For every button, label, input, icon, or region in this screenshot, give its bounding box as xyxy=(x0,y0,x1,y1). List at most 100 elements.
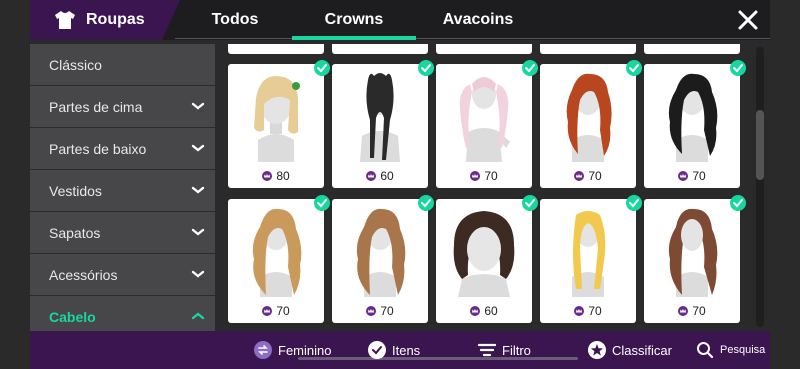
price-value: 60 xyxy=(484,304,498,318)
hair-preview-image xyxy=(340,205,420,297)
sort-button[interactable]: Classificar xyxy=(588,331,672,369)
price: 60 xyxy=(332,169,428,183)
item-card[interactable]: 70 xyxy=(228,195,330,323)
price: 70 xyxy=(540,304,636,318)
chevron-down-icon xyxy=(191,228,205,236)
gender-label: Feminino xyxy=(278,342,332,358)
chevron-up-icon xyxy=(191,312,205,320)
owned-check-icon xyxy=(730,60,746,76)
sidebar-item-label: Vestidos xyxy=(49,182,102,199)
item-card-partial[interactable] xyxy=(228,44,324,54)
sidebar-item-sapatos[interactable]: Sapatos xyxy=(30,212,215,254)
hair-preview-image xyxy=(236,205,316,297)
tab-todos[interactable]: Todos xyxy=(180,0,290,40)
owned-check-icon xyxy=(418,60,434,76)
item-card-partial[interactable] xyxy=(540,44,636,54)
crown-currency-icon xyxy=(262,306,273,316)
sidebar: Clássico Partes de cima Partes de baixo … xyxy=(30,44,215,331)
tab-todos-label: Todos xyxy=(211,11,259,28)
crown-currency-icon xyxy=(366,306,377,316)
crown-currency-icon xyxy=(574,306,585,316)
item-card[interactable]: 70 xyxy=(436,60,538,188)
gender-toggle-button[interactable]: Feminino xyxy=(254,331,331,369)
items-label: Itens xyxy=(392,342,421,358)
tab-crowns-label: Crowns xyxy=(324,11,384,28)
owned-check-icon xyxy=(730,195,746,211)
close-icon[interactable] xyxy=(736,8,760,32)
crown-currency-icon xyxy=(574,171,585,181)
owned-check-icon xyxy=(522,195,538,211)
item-card-partial[interactable] xyxy=(332,44,428,54)
price-value: 70 xyxy=(276,304,290,318)
crown-currency-icon xyxy=(262,171,273,181)
hair-preview-image xyxy=(652,70,732,162)
sidebar-item-partes-de-baixo[interactable]: Partes de baixo xyxy=(30,128,215,170)
search-button[interactable]: Pesquisa xyxy=(696,331,765,369)
item-card[interactable]: 60 xyxy=(436,195,538,323)
tab-crowns[interactable]: Crowns xyxy=(292,0,416,40)
search-label: Pesquisa xyxy=(720,344,766,356)
tab-divider xyxy=(175,38,770,39)
sidebar-item-cabelo[interactable]: Cabelo xyxy=(30,296,215,331)
hair-preview-image xyxy=(652,205,732,297)
filter-button[interactable]: Filtro xyxy=(478,331,531,369)
price: 70 xyxy=(644,169,740,183)
price-value: 70 xyxy=(692,169,706,183)
crown-currency-icon xyxy=(678,171,689,181)
search-icon xyxy=(697,342,714,359)
chevron-down-icon xyxy=(191,144,205,152)
price-value: 70 xyxy=(588,304,602,318)
tab-avacoins[interactable]: Avacoins xyxy=(418,0,538,40)
price-value: 60 xyxy=(380,169,394,183)
price-value: 70 xyxy=(692,304,706,318)
item-card[interactable]: 70 xyxy=(644,60,746,188)
checkmark-circle-icon xyxy=(368,341,386,359)
owned-check-icon xyxy=(418,195,434,211)
sidebar-item-label: Partes de cima xyxy=(49,98,143,115)
item-card[interactable]: 70 xyxy=(644,195,746,323)
filter-icon xyxy=(478,343,496,357)
crown-currency-icon xyxy=(470,306,481,316)
price: 70 xyxy=(644,304,740,318)
sidebar-item-label: Acessórios xyxy=(49,266,118,283)
sidebar-item-acessorios[interactable]: Acessórios xyxy=(30,254,215,296)
chevron-down-icon xyxy=(191,270,205,278)
sidebar-item-partes-de-cima[interactable]: Partes de cima xyxy=(30,86,215,128)
scrollbar-thumb[interactable] xyxy=(756,110,764,180)
home-indicator xyxy=(298,357,578,360)
price-value: 70 xyxy=(380,304,394,318)
items-toggle-button[interactable]: Itens xyxy=(368,331,420,369)
scrollbar-track[interactable] xyxy=(756,47,764,327)
item-card-partial[interactable] xyxy=(644,44,740,54)
hair-preview-image xyxy=(444,205,524,297)
category-title: Roupas xyxy=(86,11,145,28)
shirt-icon xyxy=(55,11,75,29)
price-value: 70 xyxy=(588,169,602,183)
category-header: Roupas xyxy=(30,0,180,40)
price: 70 xyxy=(540,169,636,183)
item-card[interactable]: 70 xyxy=(540,195,642,323)
item-card[interactable]: 70 xyxy=(540,60,642,188)
hair-preview-image xyxy=(236,70,316,162)
sidebar-item-label: Clássico xyxy=(49,56,102,73)
sidebar-item-label: Partes de baixo xyxy=(49,140,147,157)
owned-check-icon xyxy=(626,195,642,211)
item-card[interactable]: 80 xyxy=(228,60,330,188)
owned-check-icon xyxy=(314,195,330,211)
sidebar-item-label: Sapatos xyxy=(49,224,101,241)
item-card[interactable]: 60 xyxy=(332,60,434,188)
chevron-down-icon xyxy=(191,102,205,110)
owned-check-icon xyxy=(522,60,538,76)
hair-preview-image xyxy=(548,205,628,297)
tab-avacoins-label: Avacoins xyxy=(442,11,514,28)
owned-check-icon xyxy=(314,60,330,76)
owned-check-icon xyxy=(626,60,642,76)
sidebar-item-classico[interactable]: Clássico xyxy=(30,44,215,86)
sidebar-item-vestidos[interactable]: Vestidos xyxy=(30,170,215,212)
chevron-down-icon xyxy=(191,186,205,194)
item-card-partial[interactable] xyxy=(436,44,532,54)
crown-currency-icon xyxy=(678,306,689,316)
sort-label: Classificar xyxy=(612,342,672,358)
item-card[interactable]: 70 xyxy=(332,195,434,323)
price: 70 xyxy=(332,304,428,318)
